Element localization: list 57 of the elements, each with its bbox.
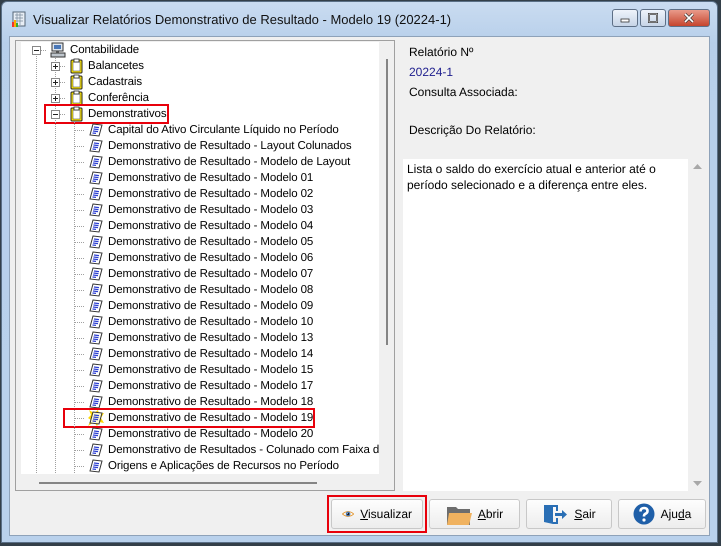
tree-item[interactable]: Demonstrativo de Resultado - Modelo 20 — [108, 426, 314, 442]
tree-item[interactable]: Demonstrativos — [88, 106, 166, 122]
tree-item[interactable]: Demonstrativo de Resultados - Colunado com Faixa d — [108, 442, 379, 458]
tree-item[interactable]: Demonstrativo de Resultado - Modelo 07 — [108, 266, 314, 282]
scrollbar-thumb[interactable] — [386, 59, 388, 345]
tree-item[interactable]: Origens e Aplicações de Recursos no Período — [108, 458, 339, 474]
open-button[interactable]: Abrir — [429, 499, 520, 529]
tree-item[interactable]: Demonstrativo de Resultado - Modelo 19 — [108, 410, 314, 426]
tree-item[interactable]: Demonstrativo de Resultado - Modelo 03 — [108, 202, 314, 218]
tree-item[interactable]: Demonstrativo de Resultado - Modelo 13 — [108, 330, 314, 346]
tree-item[interactable]: Demonstrativo de Resultado - Modelo de Layout — [108, 154, 350, 170]
collapse-toggle[interactable] — [51, 110, 60, 118]
tree-item[interactable]: Cadastrais — [88, 74, 142, 90]
tree-item[interactable]: Demonstrativo de Resultado - Modelo 06 — [108, 250, 314, 266]
close-icon — [683, 13, 695, 23]
app-icon — [11, 11, 27, 27]
tree-item[interactable]: Conferência — [88, 90, 149, 106]
expand-toggle[interactable] — [51, 62, 60, 70]
minimize-button[interactable] — [612, 9, 638, 27]
maximize-icon — [647, 13, 659, 23]
report-number: 20224-1 — [408, 64, 454, 81]
tree-item[interactable]: Demonstrativo de Resultado - Modelo 02 — [108, 186, 314, 202]
help-button[interactable]: Ajuda — [618, 499, 706, 529]
field-label: Descrição Do Relatório: — [408, 122, 537, 139]
tree-item[interactable]: Demonstrativo de Resultado - Layout Colunados — [108, 138, 352, 154]
tree-item[interactable]: Demonstrativo de Resultado - Modelo 09 — [108, 298, 314, 314]
scrollbar-thumb[interactable] — [39, 482, 317, 484]
tree-item[interactable]: Demonstrativo de Resultado - Modelo 05 — [108, 234, 314, 250]
field-label: Consulta Associada: — [408, 84, 519, 101]
tree-item[interactable]: Demonstrativo de Resultado - Modelo 15 — [108, 362, 314, 378]
clipboard-icon — [69, 106, 84, 122]
tree-item[interactable]: Demonstrativo de Resultado - Modelo 10 — [108, 314, 314, 330]
view-button[interactable]: Visualizar — [331, 499, 423, 529]
exit-button[interactable]: Sair — [526, 499, 612, 529]
close-button[interactable] — [668, 9, 710, 27]
tree-item[interactable]: Demonstrativo de Resultado - Modelo 14 — [108, 346, 314, 362]
computer-icon — [50, 42, 66, 58]
expand-toggle[interactable] — [51, 94, 60, 102]
tree-item[interactable]: Balancetes — [88, 58, 144, 74]
tree-item[interactable]: Demonstrativo de Resultado - Modelo 01 — [108, 170, 314, 186]
window-title: Visualizar Relatórios Demonstrativo de Resultado - Modelo 19 (20224-1) — [33, 12, 452, 26]
tree-item[interactable]: Contabilidade — [70, 42, 140, 58]
clipboard-icon — [69, 58, 84, 74]
exit-door-icon — [542, 503, 568, 525]
tree-item[interactable]: Demonstrativo de Resultado - Modelo 04 — [108, 218, 314, 234]
collapse-toggle[interactable] — [32, 46, 41, 54]
help-icon — [632, 503, 655, 525]
expand-toggle[interactable] — [51, 78, 60, 86]
tree-item[interactable]: Demonstrativo de Resultado - Modelo 18 — [108, 394, 314, 410]
field-label: Relatório Nº — [408, 44, 474, 61]
clipboard-icon — [69, 90, 84, 106]
tree-item[interactable]: Demonstrativo de Resultado - Modelo 08 — [108, 282, 314, 298]
clipboard-icon — [69, 74, 84, 90]
tree-item[interactable]: Demonstrativo de Resultado - Modelo 17 — [108, 378, 314, 394]
maximize-button[interactable] — [640, 9, 666, 27]
description-text: Lista o saldo do exercício atual e anterior até o período selecionado e a diferença entre eles. — [407, 162, 656, 192]
tree-item[interactable]: Capital do Ativo Circulante Líquido no Período — [108, 122, 339, 138]
